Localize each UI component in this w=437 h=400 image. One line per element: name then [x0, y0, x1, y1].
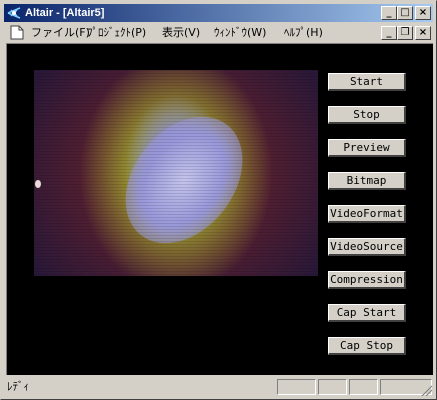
minimize-button[interactable]: _	[381, 6, 397, 20]
cap-stop-button[interactable]: Cap Stop	[328, 337, 406, 355]
status-panel-3	[349, 379, 378, 395]
status-panel-2	[318, 379, 347, 395]
menu-project[interactable]: ﾌﾟﾛｼﾞｪｸﾄ(P)	[87, 25, 146, 40]
app-window: Altair - [Altair5] _ □ × ファイル(F) ﾌﾟﾛｼﾞｪｸ…	[0, 0, 437, 400]
mdi-close-button[interactable]: ×	[415, 26, 431, 40]
menu-window[interactable]: ｳｨﾝﾄﾞｳ(W)	[214, 25, 266, 40]
video-format-button[interactable]: VideoFormat	[328, 205, 406, 223]
bitmap-button[interactable]: Bitmap	[328, 172, 406, 190]
preview-star	[35, 180, 41, 188]
title-bar[interactable]: Altair - [Altair5] _ □ ×	[4, 4, 433, 22]
menu-view[interactable]: 表示(V)	[162, 25, 200, 40]
compression-button[interactable]: Compression	[328, 271, 406, 289]
status-panel-1	[277, 379, 316, 395]
maximize-button[interactable]: □	[397, 6, 413, 20]
resize-grip-icon[interactable]	[420, 384, 432, 396]
video-source-button[interactable]: VideoSource	[328, 238, 406, 256]
status-bar: ﾚﾃﾞｨ	[4, 377, 433, 397]
document-icon[interactable]	[10, 25, 24, 40]
menu-bar: ファイル(F) ﾌﾟﾛｼﾞｪｸﾄ(P) 表示(V) ｳｨﾝﾄﾞｳ(W) ﾍﾙﾌﾟ…	[4, 23, 433, 42]
preview-scanlines	[34, 70, 318, 276]
stop-button[interactable]: Stop	[328, 106, 406, 124]
menu-file[interactable]: ファイル(F)	[31, 25, 90, 40]
altair-app-icon[interactable]	[7, 6, 21, 20]
mdi-restore-button[interactable]: ❐	[397, 26, 413, 40]
close-button[interactable]: ×	[415, 6, 431, 20]
cap-start-button[interactable]: Cap Start	[328, 304, 406, 322]
status-text: ﾚﾃﾞｨ	[7, 380, 29, 393]
start-button[interactable]: Start	[328, 73, 406, 91]
menu-help[interactable]: ﾍﾙﾌﾟ(H)	[284, 25, 323, 40]
window-title: Altair - [Altair5]	[25, 7, 105, 19]
preview-button[interactable]: Preview	[328, 139, 406, 157]
video-preview	[34, 70, 318, 276]
capture-client-area: Start Stop Preview Bitmap VideoFormat Vi…	[6, 43, 433, 375]
mdi-minimize-button[interactable]: _	[381, 26, 397, 40]
